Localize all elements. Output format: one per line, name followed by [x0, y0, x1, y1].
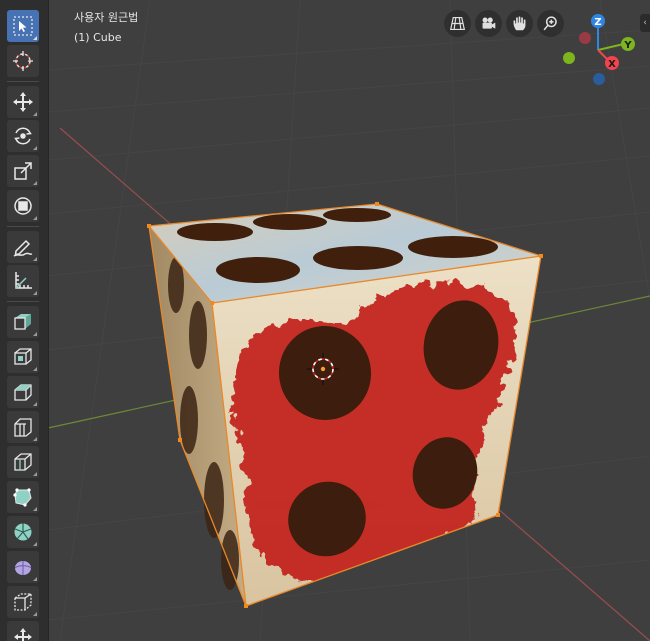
3d-cursor-icon-tool — [13, 51, 33, 71]
rotate-icon — [14, 127, 32, 145]
shear-icon — [14, 628, 32, 641]
poly-build-icon — [14, 523, 32, 541]
transform-icon — [14, 197, 32, 215]
move-icon — [13, 92, 33, 112]
pan-view-button[interactable] — [506, 10, 533, 37]
cursor-tool[interactable] — [7, 45, 39, 77]
ruler-icon — [15, 272, 32, 289]
poly-build-tool[interactable] — [7, 516, 39, 548]
loop-cut-tool[interactable] — [7, 446, 39, 478]
loop-cut-icon — [14, 453, 32, 471]
add-cube-tool[interactable] — [7, 306, 39, 338]
gizmo-x-label: X — [608, 59, 616, 70]
scale-tool[interactable] — [7, 155, 39, 187]
measure-tool[interactable] — [7, 265, 39, 297]
camera-icon — [482, 17, 496, 29]
cursor-select-icon — [13, 16, 33, 36]
toggle-ortho-button[interactable] — [444, 10, 471, 37]
inset-faces-tool[interactable] — [7, 376, 39, 408]
knife-icon — [13, 488, 32, 507]
gizmo-z-label: Z — [594, 17, 601, 28]
shear-tool[interactable] — [7, 621, 39, 641]
navigation-gizmo[interactable]: Z Y X — [552, 10, 642, 90]
hand-icon — [513, 16, 526, 31]
gizmo-neg-y-handle[interactable] — [563, 52, 575, 64]
viewport-info: 사용자 원근법 (1) Cube — [74, 8, 138, 48]
grid-perspective-icon — [449, 16, 466, 31]
tool-shelf — [0, 0, 49, 641]
rotate-tool[interactable] — [7, 120, 39, 152]
transform-tool[interactable] — [7, 190, 39, 222]
knife-tool[interactable] — [7, 481, 39, 513]
sidebar-collapse-arrow[interactable]: ‹ — [640, 14, 650, 32]
smooth-icon — [14, 593, 32, 611]
bevel-icon — [14, 418, 32, 437]
bevel-tool[interactable] — [7, 411, 39, 443]
scene-canvas[interactable] — [0, 0, 650, 641]
extrude-tool[interactable] — [7, 341, 39, 373]
annotate-pencil-icon — [13, 239, 33, 257]
gizmo-y-label: Y — [623, 40, 632, 51]
navigation-buttons — [444, 10, 564, 37]
gizmo-neg-x-handle[interactable] — [579, 32, 591, 44]
smooth-tool[interactable] — [7, 586, 39, 618]
inset-faces-icon — [14, 384, 32, 401]
spin-tool[interactable] — [7, 551, 39, 583]
camera-view-button[interactable] — [475, 10, 502, 37]
add-cube-icon — [14, 314, 31, 330]
gizmo-neg-z-handle[interactable] — [593, 73, 605, 85]
spin-icon — [14, 561, 32, 575]
active-object-label: (1) Cube — [74, 31, 122, 44]
view-perspective-label: 사용자 원근법 — [74, 11, 139, 24]
select-box-tool[interactable] — [7, 10, 39, 42]
scale-icon — [14, 162, 32, 180]
annotate-tool[interactable] — [7, 231, 39, 263]
move-tool[interactable] — [7, 86, 39, 118]
3d-viewport[interactable]: 사용자 원근법 (1) Cube Z Y X ‹ — [0, 0, 650, 641]
extrude-icon — [14, 348, 32, 365]
